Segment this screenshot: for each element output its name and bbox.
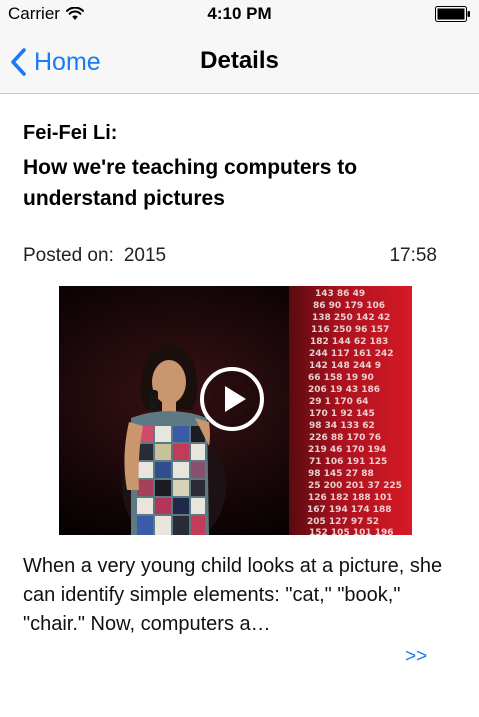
svg-text:205 127 97 52: 205 127 97 52 — [307, 517, 379, 527]
svg-text:98 145 27 88: 98 145 27 88 — [308, 469, 374, 479]
page-title: Details — [200, 47, 279, 74]
svg-text:219 46 170 194: 219 46 170 194 — [308, 445, 386, 455]
status-bar: Carrier 4:10 PM — [0, 0, 479, 28]
svg-text:126 182 188 101: 126 182 188 101 — [308, 493, 393, 503]
svg-text:170 1 92 145: 170 1 92 145 — [309, 409, 375, 419]
talk-author: Fei-Fei Li: — [23, 122, 118, 144]
svg-text:71 106 191 125: 71 106 191 125 — [309, 457, 387, 467]
svg-text:98 34 133 62: 98 34 133 62 — [309, 421, 375, 431]
svg-text:116 250 96 157: 116 250 96 157 — [311, 325, 389, 335]
svg-text:152 105 101 196: 152 105 101 196 — [309, 528, 394, 535]
talk-duration: 17:58 — [389, 245, 437, 266]
svg-text:66 158 19 90: 66 158 19 90 — [308, 373, 374, 383]
talk-meta-row: Posted on: 2015 17:58 — [23, 245, 443, 271]
status-time: 4:10 PM — [207, 4, 272, 23]
battery-icon — [435, 6, 470, 22]
navigation-bar: Home Details — [0, 28, 479, 94]
svg-text:143 86 49: 143 86 49 — [315, 289, 365, 299]
read-more-link[interactable]: >> — [405, 646, 427, 668]
svg-text:29 1 170 64: 29 1 170 64 — [309, 397, 369, 407]
svg-text:226 88 170 76: 226 88 170 76 — [309, 433, 381, 443]
svg-text:86 90 179 106: 86 90 179 106 — [313, 301, 385, 311]
talk-title: How we're teaching computers to understa… — [23, 156, 358, 210]
svg-text:167 194 174 188: 167 194 174 188 — [307, 505, 392, 515]
svg-text:138 250 142 42: 138 250 142 42 — [312, 313, 390, 323]
posted-label: Posted on: — [23, 245, 114, 266]
posted-year: 2015 — [123, 245, 167, 266]
svg-text:244 117 161 242: 244 117 161 242 — [309, 349, 394, 359]
play-icon[interactable] — [198, 365, 266, 433]
talk-details: Fei-Fei Li: How we're teaching computers… — [23, 94, 443, 271]
svg-text:206 19 43 186: 206 19 43 186 — [308, 385, 380, 395]
svg-text:182 144 62 183: 182 144 62 183 — [310, 337, 388, 347]
svg-text:142 148 244 9: 142 148 244 9 — [309, 361, 381, 371]
posted-info: Posted on: 2015 — [23, 245, 166, 267]
talk-description: When a very young child looks at a pictu… — [23, 555, 443, 635]
svg-text:25 200 201 37 225: 25 200 201 37 225 — [308, 481, 402, 491]
